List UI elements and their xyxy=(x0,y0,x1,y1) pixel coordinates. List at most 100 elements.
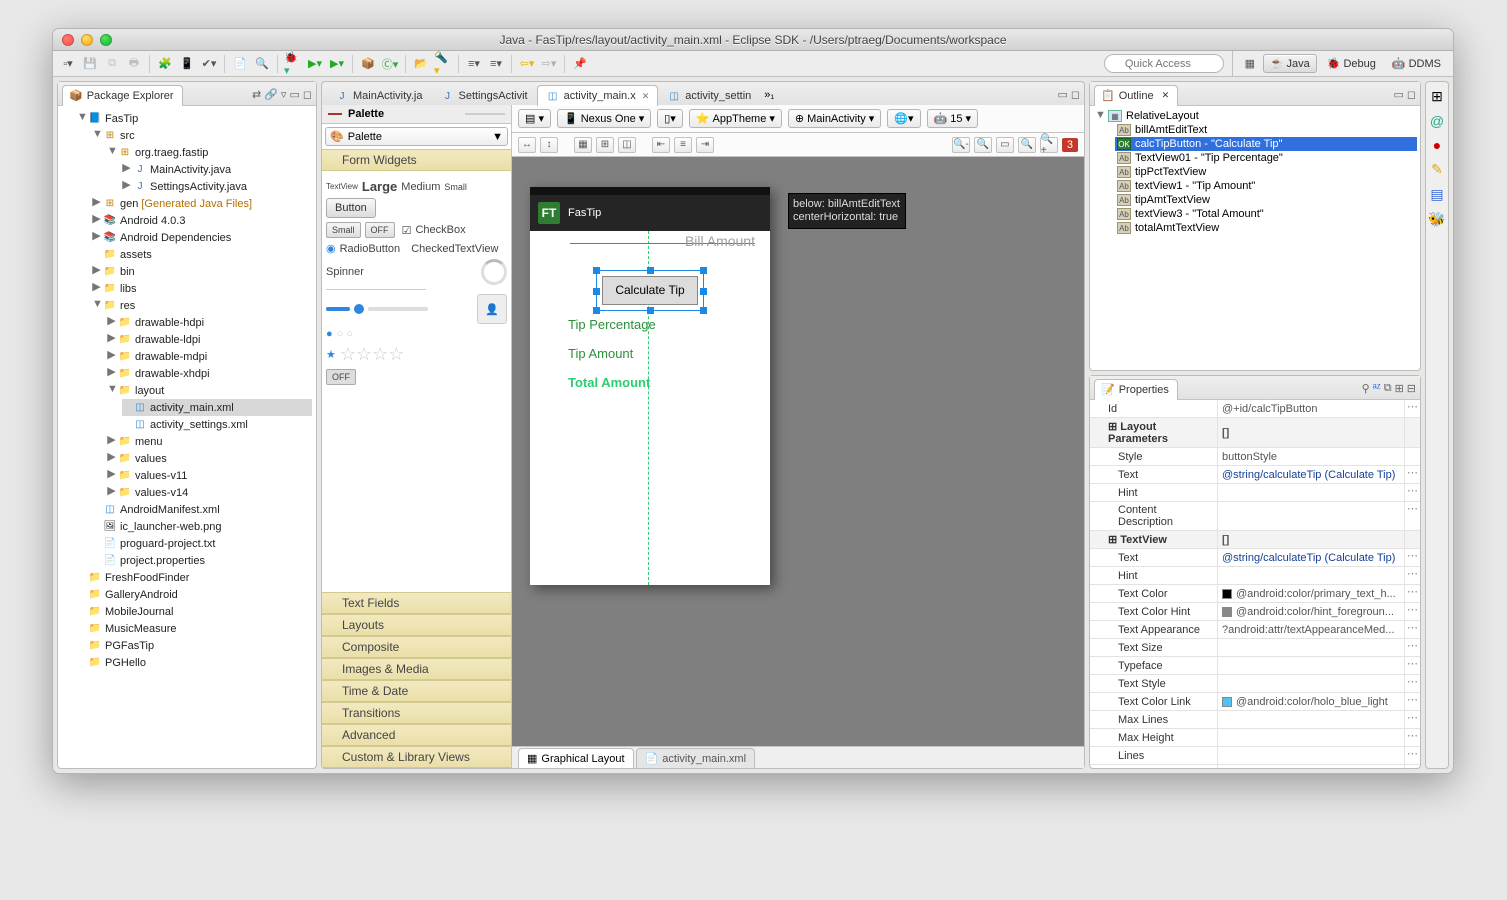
new-class-icon[interactable]: Ⓒ▾ xyxy=(381,55,399,73)
tree-layout[interactable]: layout xyxy=(135,383,164,399)
tree-menu[interactable]: menu xyxy=(135,434,163,450)
tree-bin[interactable]: bin xyxy=(120,264,135,280)
property-row[interactable]: Text Color@android:color/primary_text_h.… xyxy=(1090,585,1420,603)
orientation-dropdown[interactable]: ▯▾ xyxy=(657,109,683,128)
trim-item-2[interactable]: @ xyxy=(1430,113,1444,129)
activity-dropdown[interactable]: ⊕MainActivity ▾ xyxy=(788,109,881,128)
zoom-reset-icon[interactable]: 🔍 xyxy=(974,137,992,153)
tree-pkg[interactable]: org.traeg.fastip xyxy=(135,145,208,161)
run-icon[interactable]: ▶▾ xyxy=(306,55,324,73)
open-perspective-icon[interactable]: ▦ xyxy=(1241,55,1259,73)
outline-item[interactable]: AbtextView1 - "Tip Amount" xyxy=(1115,179,1417,193)
tree-draw-hdpi[interactable]: drawable-hdpi xyxy=(135,315,204,331)
minimize-icon[interactable]: ▭ xyxy=(289,88,299,101)
close-icon[interactable]: ✕ xyxy=(642,91,650,102)
property-row[interactable]: ⊞ TextView[] xyxy=(1090,531,1420,549)
forward-icon[interactable]: ⇨▾ xyxy=(540,55,558,73)
tab-mainactivity[interactable]: JMainActivity.ja xyxy=(326,85,431,106)
tree-values[interactable]: values xyxy=(135,451,167,467)
property-row[interactable]: ⊞ Layout Parameters[] xyxy=(1090,418,1420,448)
widget-checkbox[interactable]: CheckBox xyxy=(415,224,465,236)
nav-list-icon[interactable]: ≡▾ xyxy=(465,55,483,73)
align-center-icon[interactable]: ≡ xyxy=(674,137,692,153)
lint-icon[interactable]: ✔▾ xyxy=(200,55,218,73)
tree-libs[interactable]: libs xyxy=(120,281,137,297)
outline-root[interactable]: RelativeLayout xyxy=(1126,110,1199,122)
outline-item[interactable]: OKcalcTipButton - "Calculate Tip" xyxy=(1115,137,1417,151)
palette-group-2[interactable]: Layouts xyxy=(322,614,511,636)
tree-values11[interactable]: values-v11 xyxy=(135,468,187,484)
widget-button[interactable]: Button xyxy=(326,198,376,218)
outline-tab[interactable]: 📋Outline✕ xyxy=(1094,85,1178,106)
footer-tab-graphical[interactable]: ▦Graphical Layout xyxy=(518,748,634,768)
outline-max-icon[interactable]: ◻ xyxy=(1407,88,1416,101)
package-explorer-tab[interactable]: 📦Package Explorer xyxy=(62,85,183,106)
property-row[interactable]: Text Color Hint@android:color/hint_foreg… xyxy=(1090,603,1420,621)
property-row[interactable]: Lines⋯ xyxy=(1090,747,1420,765)
new-icon[interactable]: ▫▾ xyxy=(59,55,77,73)
outline-close-icon[interactable]: ✕ xyxy=(1162,90,1170,101)
outline-item[interactable]: AbtipAmtTextView xyxy=(1115,193,1417,207)
editor-min-icon[interactable]: ▭ xyxy=(1057,88,1067,101)
tree-src[interactable]: src xyxy=(120,128,135,144)
trim-item-4[interactable]: ✎ xyxy=(1431,161,1443,178)
back-icon[interactable]: ⇦▾ xyxy=(518,55,536,73)
tree-project[interactable]: FasTip xyxy=(105,111,138,127)
properties-tab[interactable]: 📝Properties xyxy=(1094,379,1178,400)
outline-tree[interactable]: ▼▦RelativeLayout AbbillAmtEditTextOKcalc… xyxy=(1090,106,1420,238)
new-project-icon[interactable]: 📄 xyxy=(231,55,249,73)
widget-checkedtv[interactable]: CheckedTextView xyxy=(411,243,498,255)
trim-item-3[interactable]: ● xyxy=(1433,137,1441,153)
debug-icon[interactable]: 🐞▾ xyxy=(284,55,302,73)
palette-group-4[interactable]: Images & Media xyxy=(322,658,511,680)
tree-props[interactable]: project.properties xyxy=(120,553,205,569)
total-amount-label[interactable]: Total Amount xyxy=(568,375,650,390)
props-expand-icon[interactable]: ⊞ xyxy=(1395,382,1404,395)
tree-manifest[interactable]: AndroidManifest.xml xyxy=(120,502,220,518)
new-package-icon[interactable]: 📦 xyxy=(359,55,377,73)
property-row[interactable]: Hint⋯ xyxy=(1090,484,1420,502)
tree-proj-2[interactable]: MobileJournal xyxy=(105,604,173,620)
tree-proj-5[interactable]: PGHello xyxy=(105,655,146,671)
palette-group-form-widgets[interactable]: Form Widgets xyxy=(322,149,511,171)
selection-box[interactable] xyxy=(596,270,704,311)
toggle-outline-icon[interactable]: ◫ xyxy=(618,137,636,153)
theme-dropdown[interactable]: ⭐AppTheme ▾ xyxy=(689,109,782,128)
perspective-java[interactable]: ☕Java xyxy=(1263,54,1317,73)
align-left-icon[interactable]: ⇤ xyxy=(652,137,670,153)
tab-activity-main[interactable]: ◫activity_main.x✕ xyxy=(537,85,659,106)
outline-min-icon[interactable]: ▭ xyxy=(1393,88,1403,101)
widget-switch[interactable]: OFF xyxy=(326,369,356,385)
tree-assets[interactable]: assets xyxy=(120,247,152,263)
tab-settingsactivit[interactable]: JSettingsActivit xyxy=(431,85,536,106)
design-canvas[interactable]: FTFasTip Bill Amount Calculate Tip xyxy=(512,157,1084,746)
tree-layout-main[interactable]: activity_main.xml xyxy=(150,400,234,416)
tree-draw-xhdpi[interactable]: drawable-xhdpi xyxy=(135,366,210,382)
property-row[interactable]: Text Size⋯ xyxy=(1090,639,1420,657)
api-dropdown[interactable]: 🤖15 ▾ xyxy=(927,109,978,128)
tree-deps[interactable]: Android Dependencies xyxy=(120,230,231,246)
tree-java1[interactable]: MainActivity.java xyxy=(150,162,231,178)
property-row[interactable]: Max Lines⋯ xyxy=(1090,711,1420,729)
tree-layout-settings[interactable]: activity_settings.xml xyxy=(150,417,248,433)
align-right-icon[interactable]: ⇥ xyxy=(696,137,714,153)
props-filter-icon[interactable]: ⧉ xyxy=(1384,382,1392,395)
link-icon[interactable]: 🔗 xyxy=(264,88,278,101)
expand-v-icon[interactable]: ↕ xyxy=(540,137,558,153)
property-row[interactable]: StylebuttonStyle xyxy=(1090,448,1420,466)
tree-draw-ldpi[interactable]: drawable-ldpi xyxy=(135,332,200,348)
outline-item[interactable]: AbTextView01 - "Tip Percentage" xyxy=(1115,151,1417,165)
trim-item-1[interactable]: ⊞ xyxy=(1431,88,1443,105)
package-explorer-tree[interactable]: ▼📘FasTip ▼⊞src ▼⊞org.traeg.fastip ▶JMain… xyxy=(58,106,316,768)
more-tabs[interactable]: »₁ xyxy=(764,89,774,101)
tree-proj-3[interactable]: MusicMeasure xyxy=(105,621,177,637)
error-badge[interactable]: 3 xyxy=(1062,138,1078,152)
tree-proj-4[interactable]: PGFasTip xyxy=(105,638,154,654)
locale-dropdown[interactable]: 🌐▾ xyxy=(887,109,920,128)
props-alpha-icon[interactable]: ᵃᶻ xyxy=(1373,382,1381,395)
bill-amount-field[interactable]: Bill Amount xyxy=(685,233,755,249)
properties-table[interactable]: Id@+id/calcTipButton⋯⊞ Layout Parameters… xyxy=(1090,400,1420,768)
coverage-icon[interactable]: ▶▾ xyxy=(328,55,346,73)
print-icon[interactable]: 🖶 xyxy=(125,55,143,73)
props-collapse-icon[interactable]: ⊟ xyxy=(1407,382,1416,395)
